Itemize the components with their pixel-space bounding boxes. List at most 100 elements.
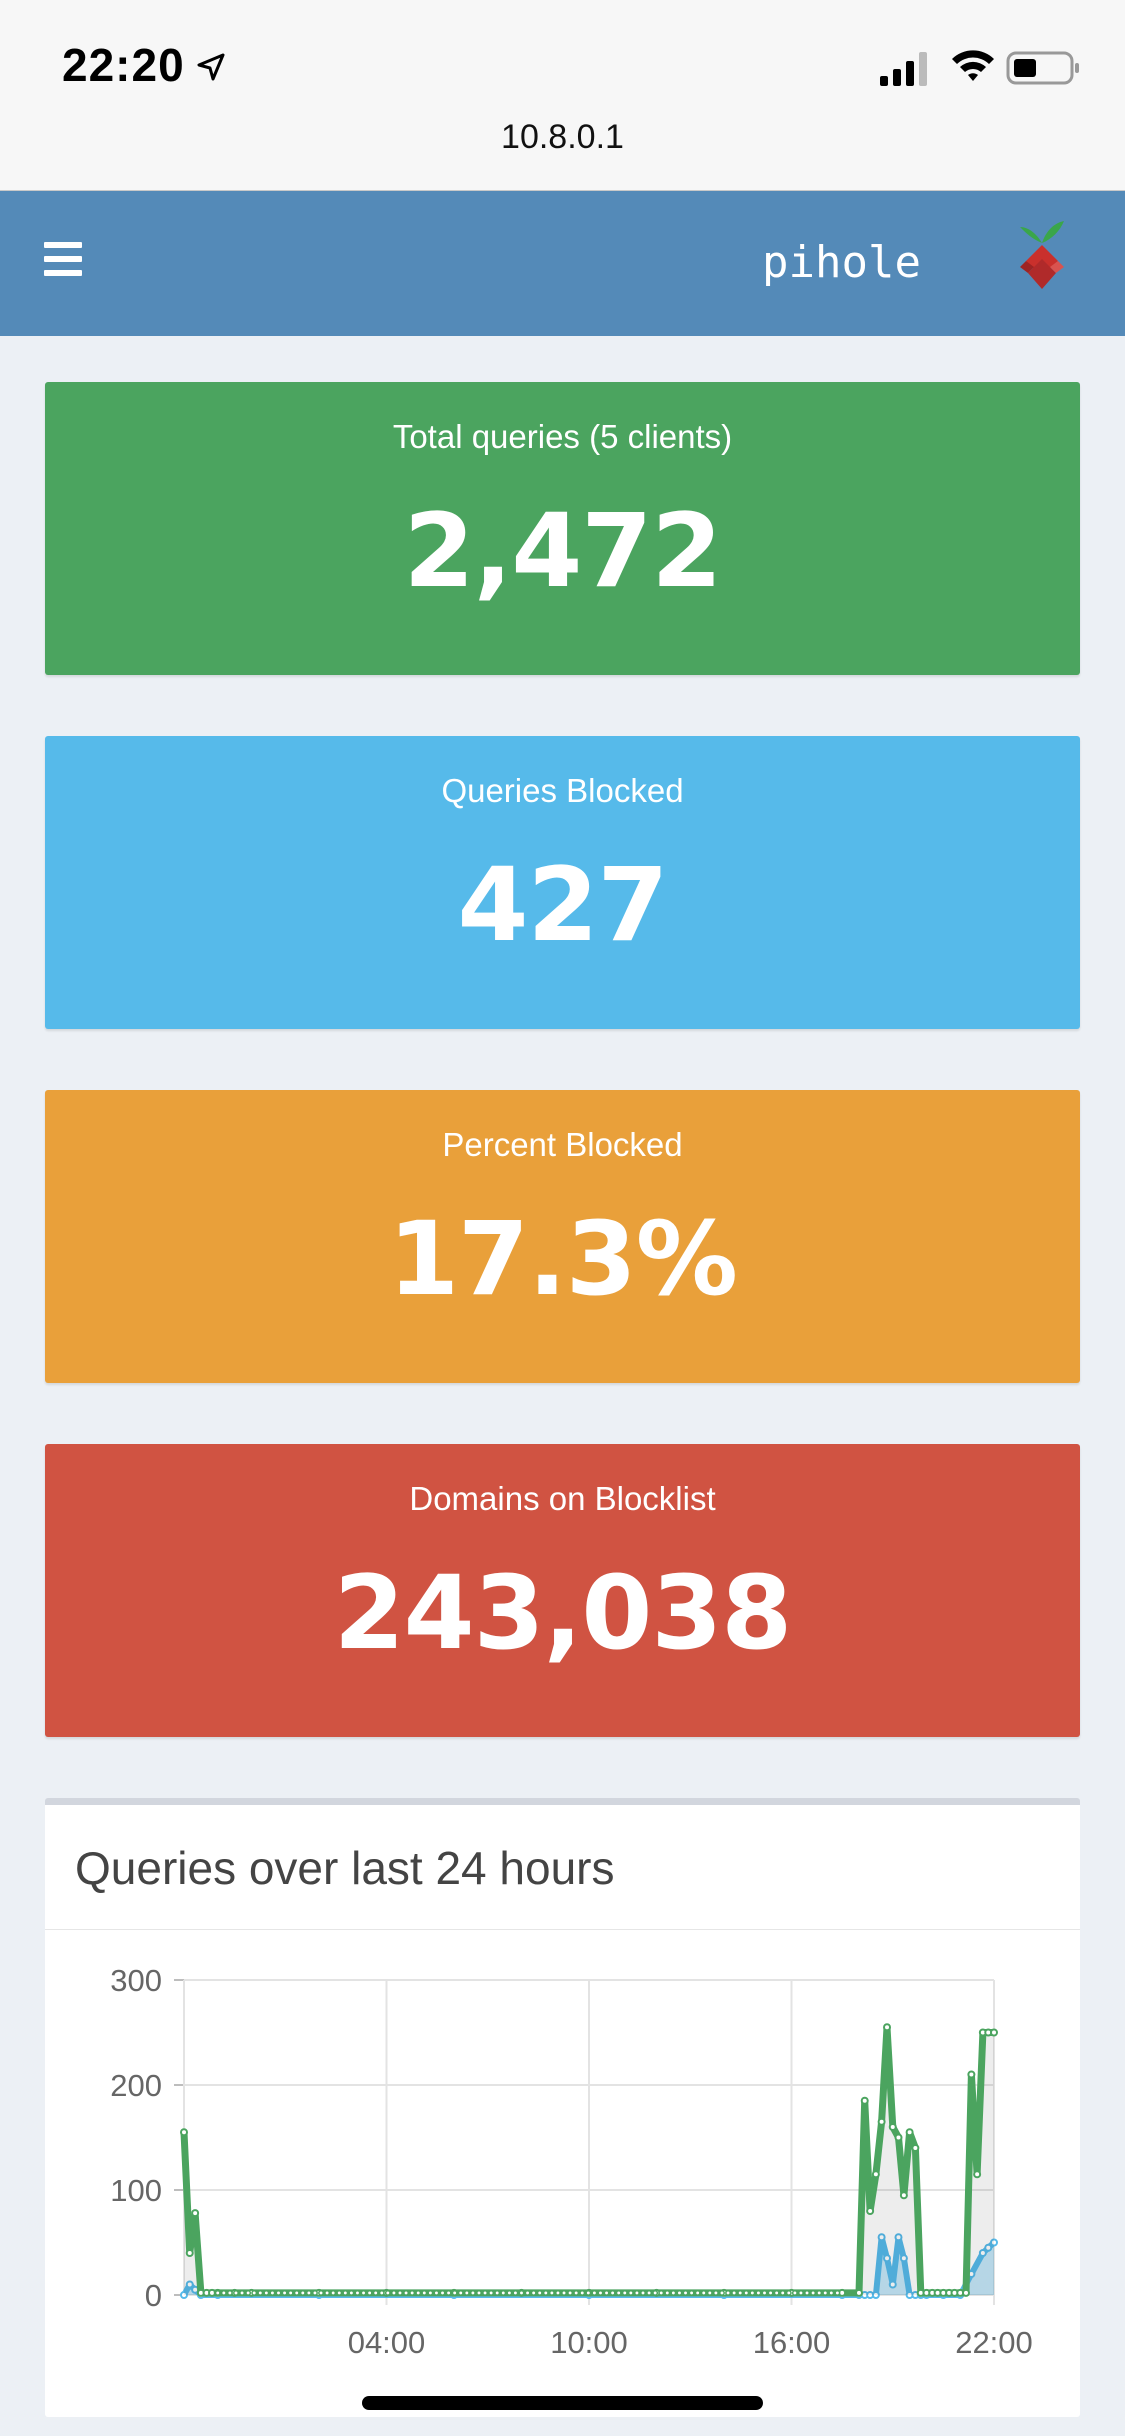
baseline-point bbox=[785, 2289, 792, 2296]
baseline-point bbox=[524, 2289, 531, 2296]
baseline-point bbox=[567, 2289, 574, 2296]
stat-box-queries-blocked[interactable]: Queries Blocked 427 bbox=[45, 736, 1080, 1029]
baseline-point bbox=[664, 2289, 671, 2296]
baseline-point bbox=[688, 2289, 695, 2296]
wifi-icon bbox=[952, 50, 994, 81]
stat-box-total-queries[interactable]: Total queries (5 clients) 2,472 bbox=[45, 382, 1080, 675]
baseline-point bbox=[652, 2289, 659, 2296]
baseline-point bbox=[548, 2289, 555, 2296]
baseline-point bbox=[390, 2289, 397, 2296]
baseline-point bbox=[810, 2289, 817, 2296]
baseline-point bbox=[597, 2289, 604, 2296]
baseline-point bbox=[348, 2289, 355, 2296]
baseline-point bbox=[245, 2289, 252, 2296]
location-arrow-icon bbox=[197, 53, 225, 81]
home-indicator bbox=[362, 2396, 763, 2410]
status-bar: 22:20 10.8.0.1 bbox=[0, 0, 1125, 191]
baseline-point bbox=[670, 2289, 677, 2296]
baseline-point bbox=[421, 2289, 428, 2296]
permitted-series-point bbox=[185, 2249, 194, 2257]
baseline-point bbox=[330, 2289, 337, 2296]
baseline-point bbox=[336, 2289, 343, 2296]
permitted-series-point bbox=[961, 2288, 970, 2297]
baseline-point bbox=[494, 2289, 501, 2296]
baseline-point bbox=[640, 2289, 646, 2296]
baseline-point bbox=[773, 2289, 780, 2296]
permitted-series-point bbox=[855, 2288, 863, 2297]
y-tick-label: 300 bbox=[110, 1963, 162, 1998]
baseline-point bbox=[755, 2289, 762, 2296]
permitted-series-point bbox=[973, 2170, 982, 2179]
baseline-point bbox=[822, 2289, 829, 2296]
baseline-point bbox=[530, 2289, 537, 2296]
baseline-point bbox=[482, 2289, 488, 2296]
baseline-point bbox=[488, 2289, 495, 2296]
baseline-point bbox=[251, 2289, 258, 2296]
baseline-point bbox=[573, 2289, 580, 2296]
baseline-point bbox=[743, 2289, 750, 2296]
url-field[interactable]: 10.8.0.1 bbox=[0, 118, 1125, 157]
baseline-point bbox=[451, 2289, 458, 2296]
baseline-point bbox=[226, 2289, 233, 2296]
baseline-point bbox=[263, 2289, 270, 2296]
battery-icon bbox=[1006, 51, 1079, 85]
stat-label: Total queries (5 clients) bbox=[392, 418, 733, 455]
baseline-point bbox=[506, 2289, 513, 2296]
baseline-point bbox=[646, 2289, 653, 2296]
stat-box-domains-blocklist[interactable]: Domains on Blocklist 243,038 bbox=[45, 1444, 1080, 1737]
baseline-point bbox=[834, 2289, 841, 2296]
permitted-series-point bbox=[990, 2028, 998, 2037]
permitted-series-point bbox=[180, 2128, 188, 2137]
baseline-point bbox=[798, 2289, 804, 2296]
x-tick-label: 22:00 bbox=[955, 2325, 1033, 2360]
stat-box-percent-blocked[interactable]: Percent Blocked 17.3% bbox=[45, 1090, 1080, 1383]
permitted-series-point bbox=[871, 2170, 880, 2179]
brand-title[interactable]: pihole bbox=[762, 237, 921, 288]
baseline-point bbox=[627, 2289, 634, 2296]
stat-label: Queries Blocked bbox=[441, 772, 684, 809]
y-tick-label: 0 bbox=[145, 2278, 162, 2313]
baseline-point bbox=[439, 2289, 446, 2296]
baseline-point bbox=[500, 2289, 507, 2296]
baseline-point bbox=[476, 2289, 482, 2296]
permitted-series-point bbox=[911, 2144, 920, 2152]
baseline-point bbox=[767, 2289, 774, 2296]
baseline-point bbox=[791, 2289, 798, 2296]
pihole-logo[interactable] bbox=[1012, 215, 1072, 295]
baseline-point bbox=[737, 2289, 744, 2296]
baseline-point bbox=[561, 2289, 567, 2296]
permitted-series-point bbox=[894, 2133, 903, 2142]
baseline-point bbox=[603, 2289, 610, 2296]
permitted-series-point bbox=[860, 2096, 869, 2105]
permitted-series-point bbox=[191, 2209, 200, 2218]
baseline-point bbox=[403, 2289, 410, 2296]
stat-value: 2,472 bbox=[403, 492, 723, 611]
baseline-point bbox=[469, 2289, 476, 2296]
baseline-point bbox=[305, 2289, 312, 2296]
baseline-point bbox=[281, 2289, 288, 2296]
baseline-point bbox=[293, 2289, 300, 2296]
baseline-point bbox=[585, 2289, 592, 2296]
baseline-point bbox=[427, 2289, 434, 2296]
baseline-point bbox=[257, 2289, 264, 2296]
hamburger-icon[interactable] bbox=[44, 235, 100, 291]
baseline-point bbox=[579, 2289, 586, 2296]
baseline-point bbox=[804, 2289, 810, 2296]
baseline-point bbox=[318, 2289, 324, 2296]
baseline-point bbox=[384, 2289, 391, 2296]
baseline-point bbox=[719, 2289, 725, 2296]
baseline-point bbox=[415, 2289, 422, 2296]
queries-chart-panel: Queries over last 24 hours 0 100 200 300 04:… bbox=[45, 1798, 1080, 2417]
baseline-point bbox=[275, 2289, 282, 2296]
baseline-point bbox=[409, 2289, 416, 2296]
baseline-point bbox=[816, 2289, 823, 2296]
baseline-point bbox=[233, 2289, 239, 2296]
stat-label: Domains on Blocklist bbox=[409, 1480, 716, 1517]
baseline-point bbox=[397, 2289, 403, 2296]
queries-chart[interactable]: 0 100 200 300 04:00 10:00 16:00 22:00 bbox=[45, 1805, 1080, 2410]
baseline-point bbox=[214, 2289, 221, 2296]
baseline-point bbox=[749, 2289, 756, 2296]
baseline-point bbox=[299, 2289, 306, 2296]
stat-value: 243,038 bbox=[333, 1554, 793, 1673]
baseline-point bbox=[761, 2289, 768, 2296]
